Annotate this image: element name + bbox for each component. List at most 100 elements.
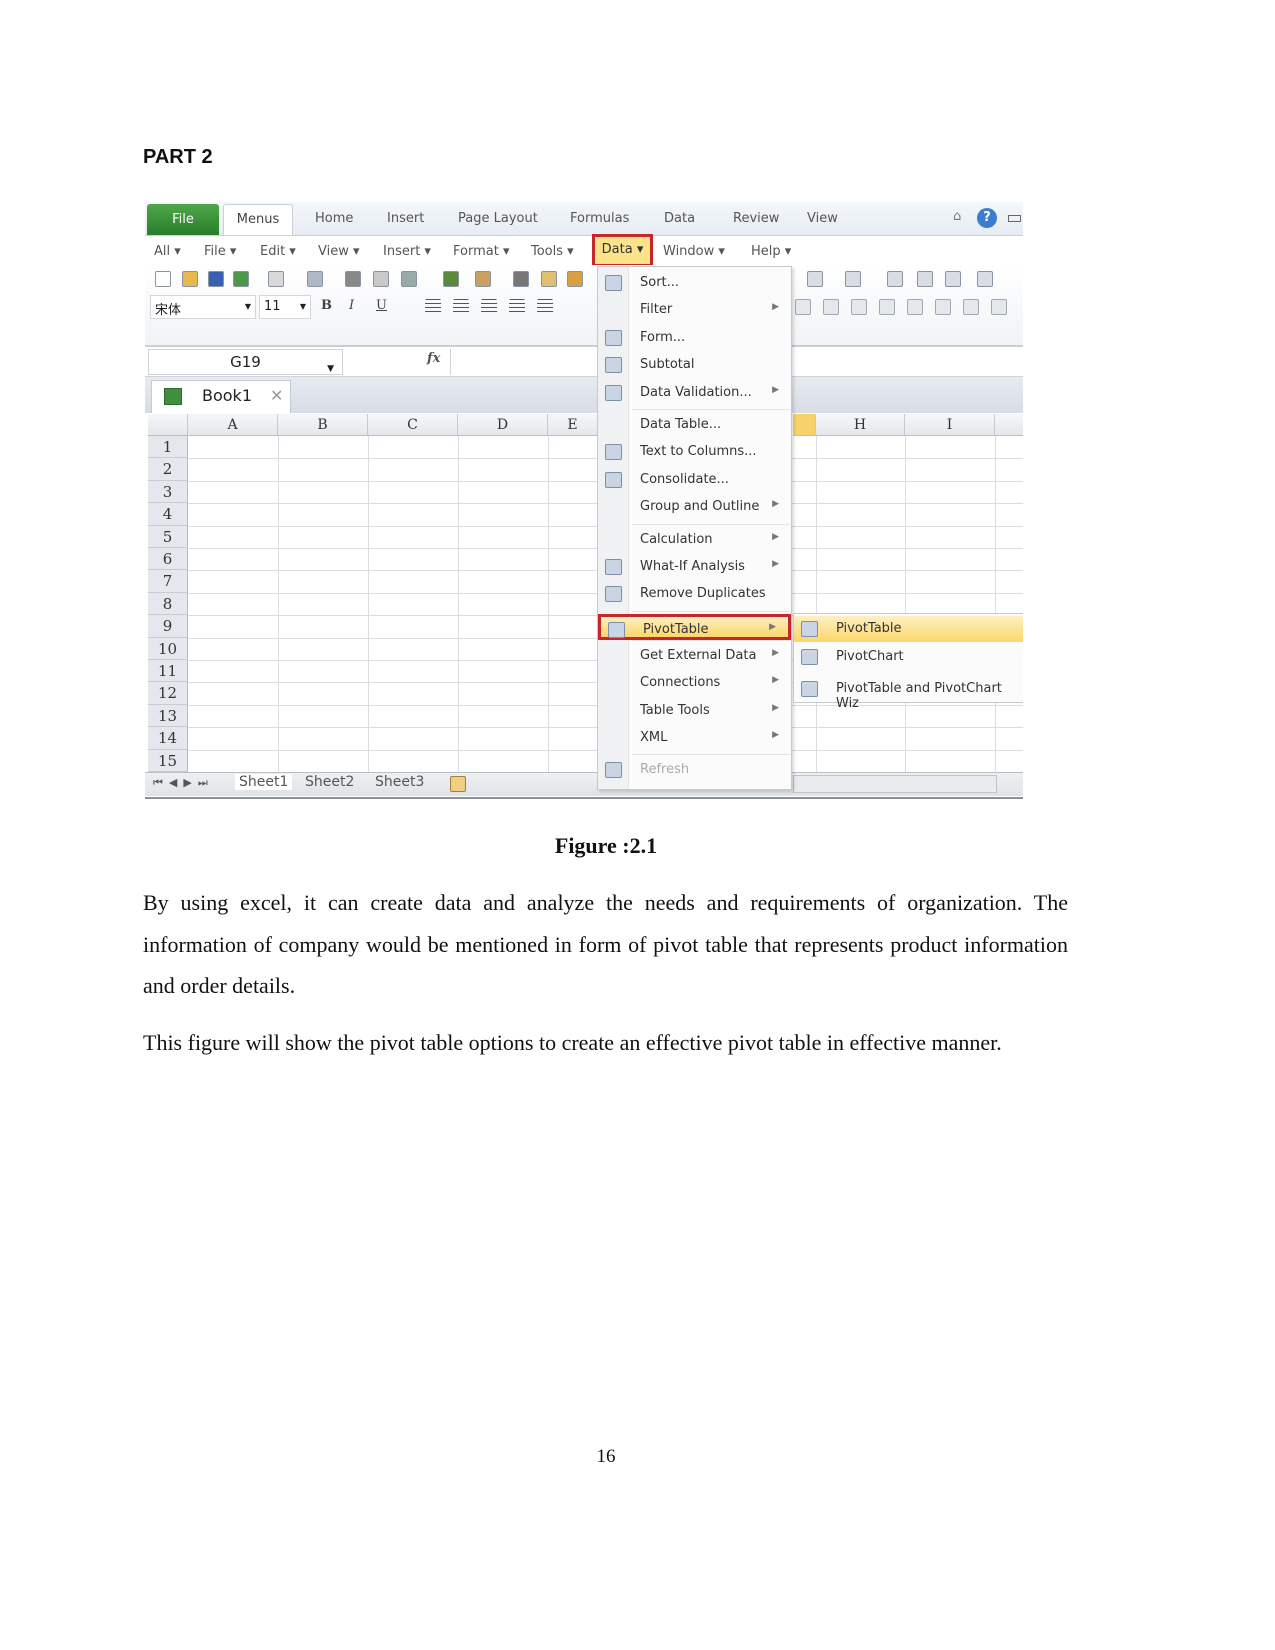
- sheet-tab-sheet1[interactable]: Sheet1: [235, 774, 293, 790]
- data-menu-item-tabletools[interactable]: Table Tools ▶: [598, 698, 791, 724]
- column-header-j[interactable]: [995, 414, 1023, 436]
- underline-icon[interactable]: U: [376, 298, 387, 313]
- autosum-icon[interactable]: [807, 271, 823, 287]
- ribbon-tab-formulas[interactable]: Formulas: [570, 211, 629, 226]
- column-header-i[interactable]: I: [905, 414, 995, 436]
- data-menu-item-texttocolumns[interactable]: Text to Columns...: [598, 439, 791, 465]
- menu-help[interactable]: Help ▾: [751, 244, 791, 259]
- window-restore-icon[interactable]: [1008, 215, 1021, 222]
- form-icon[interactable]: [977, 271, 993, 287]
- row-header-8[interactable]: 8: [148, 592, 188, 616]
- data-menu-item-xml[interactable]: XML ▶: [598, 725, 791, 751]
- italic-icon[interactable]: I: [349, 298, 354, 313]
- orientation-icon[interactable]: [537, 299, 553, 315]
- align-left-icon[interactable]: [425, 299, 441, 315]
- name-box[interactable]: G19 ▼: [148, 349, 343, 375]
- row-header-2[interactable]: 2: [148, 458, 188, 481]
- data-menu-item-groupandoutline[interactable]: Group and Outline ▶: [598, 494, 791, 520]
- ribbon-tab-data[interactable]: Data: [664, 211, 695, 226]
- open-icon[interactable]: [182, 271, 198, 287]
- decrease-decimal-icon[interactable]: [879, 299, 895, 315]
- menu-format[interactable]: Format ▾: [453, 244, 509, 259]
- column-header-c[interactable]: C: [368, 414, 458, 436]
- pivot-submenu-item-pivottableandpivotchartwiz[interactable]: PivotTable and PivotChart Wiz: [794, 676, 1023, 711]
- font-name-select[interactable]: 宋体 ▼: [150, 295, 256, 319]
- column-header-b[interactable]: B: [278, 414, 368, 436]
- merge-icon[interactable]: [509, 299, 525, 315]
- data-menu-item-whatifanalysis[interactable]: What-If Analysis ▶: [598, 554, 791, 580]
- column-header-g-selected[interactable]: [793, 414, 816, 436]
- sort-ascending-icon[interactable]: [887, 271, 903, 287]
- column-header-e[interactable]: E: [548, 414, 598, 436]
- row-header-7[interactable]: 7: [148, 570, 188, 593]
- spelling-icon[interactable]: [443, 271, 459, 287]
- ribbon-tab-file[interactable]: File: [147, 204, 219, 235]
- menu-data-button[interactable]: Data ▾: [592, 234, 653, 267]
- data-menu-item-getexternaldata[interactable]: Get External Data ▶: [598, 643, 791, 669]
- sort-descending-icon[interactable]: [917, 271, 933, 287]
- ribbon-tab-menus[interactable]: Menus: [223, 204, 293, 237]
- new-icon[interactable]: [155, 271, 171, 287]
- row-header-15[interactable]: 15: [148, 749, 188, 772]
- menu-edit[interactable]: Edit ▾: [260, 244, 296, 259]
- pivot-submenu-item-pivotchart[interactable]: PivotChart: [794, 644, 1023, 670]
- paste-icon[interactable]: [567, 271, 583, 287]
- decrease-font-icon[interactable]: [935, 299, 951, 315]
- select-all-corner[interactable]: [148, 414, 188, 436]
- row-header-13[interactable]: 13: [148, 704, 188, 728]
- copy-format-icon[interactable]: [307, 271, 323, 287]
- close-workbook-icon[interactable]: ✕: [270, 381, 283, 411]
- workbook-tab[interactable]: Book1 ✕: [151, 380, 291, 413]
- font-size-select[interactable]: 11 ▼: [259, 295, 311, 319]
- ribbon-tab-view[interactable]: View: [807, 211, 838, 226]
- menu-all[interactable]: All ▾: [154, 244, 181, 259]
- filter-icon[interactable]: [945, 271, 961, 287]
- insert-sheet-icon[interactable]: [450, 776, 466, 792]
- save-icon[interactable]: [208, 271, 224, 287]
- data-menu-item-subtotal[interactable]: Subtotal: [598, 352, 791, 378]
- research-icon[interactable]: [475, 271, 491, 287]
- align-right-icon[interactable]: [481, 299, 497, 315]
- excel-icon[interactable]: [233, 271, 249, 287]
- data-menu-item-filter[interactable]: Filter ▶: [598, 297, 791, 323]
- function-icon[interactable]: [845, 271, 861, 287]
- data-menu-item-sort[interactable]: Sort...: [598, 270, 791, 296]
- ribbon-tab-page-layout[interactable]: Page Layout: [458, 211, 538, 226]
- row-header-14[interactable]: 14: [148, 727, 188, 750]
- data-menu-item-calculation[interactable]: Calculation ▶: [598, 527, 791, 553]
- sheet-tab-sheet2[interactable]: Sheet2: [305, 774, 354, 790]
- row-header-5[interactable]: 5: [148, 525, 188, 548]
- copy-icon[interactable]: [541, 271, 557, 287]
- increase-indent-icon[interactable]: [991, 299, 1007, 315]
- menu-tools[interactable]: Tools ▾: [531, 244, 574, 259]
- insert-function-icon[interactable]: fx: [427, 351, 440, 366]
- row-header-10[interactable]: 10: [148, 637, 188, 660]
- row-header-9[interactable]: 9: [148, 615, 188, 638]
- horizontal-scrollbar[interactable]: [793, 775, 997, 793]
- data-menu-item-consolidate[interactable]: Consolidate...: [598, 467, 791, 493]
- cut-icon[interactable]: [513, 271, 529, 287]
- menu-insert[interactable]: Insert ▾: [383, 244, 431, 259]
- menu-file[interactable]: File ▾: [204, 244, 236, 259]
- ribbon-tab-insert[interactable]: Insert: [387, 211, 424, 226]
- sheet-nav-arrows-icon[interactable]: ⏮◀▶⏭: [153, 776, 214, 790]
- column-header-h[interactable]: H: [816, 414, 905, 436]
- data-menu-item-datavalidation[interactable]: Data Validation... ▶: [598, 380, 791, 406]
- bold-icon[interactable]: B: [321, 298, 332, 313]
- row-header-1[interactable]: 1: [148, 436, 188, 459]
- help-icon[interactable]: ?: [977, 208, 997, 228]
- increase-decimal-icon[interactable]: [851, 299, 867, 315]
- ribbon-tab-review[interactable]: Review: [733, 211, 779, 226]
- row-header-4[interactable]: 4: [148, 503, 188, 526]
- paste-special-icon[interactable]: [401, 271, 417, 287]
- print-preview-icon[interactable]: [268, 271, 284, 287]
- data-menu-item-form[interactable]: Form...: [598, 325, 791, 351]
- menu-window[interactable]: Window ▾: [663, 244, 725, 259]
- pivot-submenu-item-pivottable[interactable]: PivotTable: [794, 616, 1023, 642]
- data-menu-item-connections[interactable]: Connections ▶: [598, 670, 791, 696]
- column-header-a[interactable]: A: [188, 414, 278, 436]
- preview-icon[interactable]: [373, 271, 389, 287]
- row-header-6[interactable]: 6: [148, 548, 188, 571]
- column-header-d[interactable]: D: [458, 414, 548, 436]
- minimize-ribbon-icon[interactable]: ⌂: [953, 209, 961, 224]
